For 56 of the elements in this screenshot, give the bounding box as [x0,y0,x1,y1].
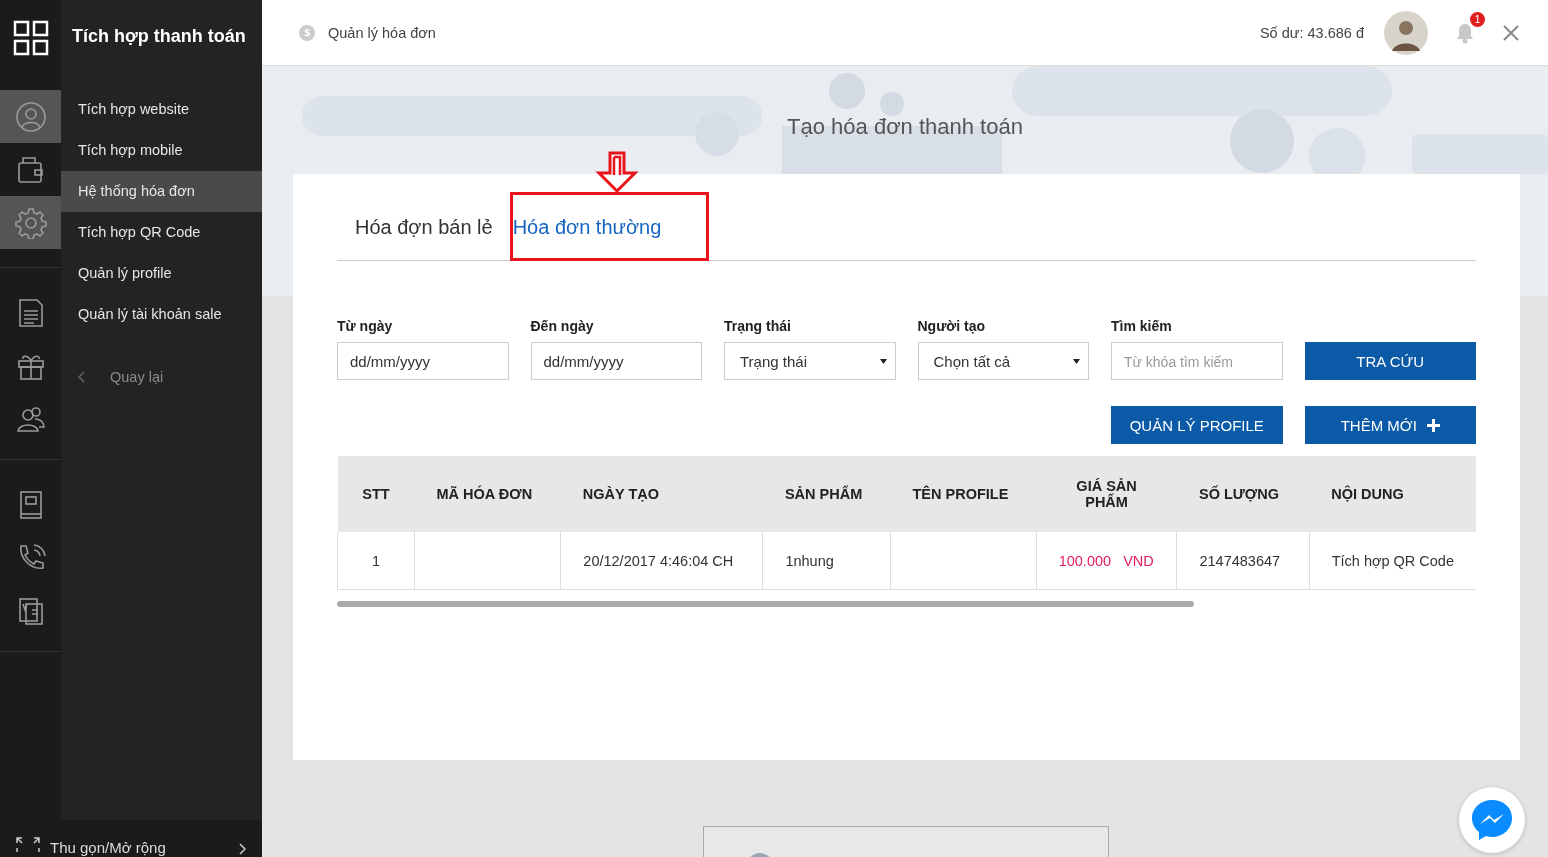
gear-icon[interactable] [0,196,61,249]
field-label: Từ ngày [337,318,394,334]
back-link[interactable]: Quay lại [110,369,164,385]
tab[interactable]: Hóa đơn thường [504,205,670,249]
column-header: GIÁ SẢN PHẨM [1036,456,1177,532]
field-label: Đến ngày [530,318,595,334]
expand-icon [16,837,40,853]
field-label: Người tạo [917,318,987,334]
table-cell: Tích hợp QR Code [1309,532,1476,590]
skype-icon [298,23,316,42]
add-button[interactable]: THÊM MỚI [1304,406,1476,444]
search-field[interactable]: Từ khóa tìm kiếm [1111,342,1283,380]
column-header: MÃ HÓA ĐƠN [414,456,561,532]
avatar[interactable] [1384,10,1428,55]
column-header: SỐ LƯỢNG [1177,456,1310,532]
column-header: STT [337,456,415,532]
dropdown[interactable]: Chọn tất cả [917,342,1089,380]
table-cell: 2147483647 [1177,532,1310,590]
messenger-icon [1469,797,1515,843]
messenger-button[interactable] [1459,787,1525,853]
menu-item[interactable]: Quản lý profile [61,253,262,294]
chevron-left-icon [78,371,86,383]
dropdown[interactable]: Trạng thái [724,342,896,380]
grid-icon[interactable] [12,20,49,56]
menu-item[interactable]: Tích hợp mobile [61,130,262,171]
column-header: TÊN PROFILE [890,456,1037,532]
table-cell: 1 [337,532,415,590]
table-cell: 1nhung [762,532,891,590]
breadcrumb: Quản lý hóa đơn [328,24,436,41]
menu-item[interactable]: Hệ thống hóa đơn [61,171,262,212]
menu-item[interactable]: Quản lý tài khoản sale [61,294,262,335]
search-button[interactable]: TRA CỨU [1304,342,1476,380]
page-title: Tạo hóa đơn thanh toán [787,114,1023,140]
tab[interactable]: Hóa đợn bán lẻ [347,205,501,249]
notification-badge: 1 [1470,11,1485,27]
caret-icon [879,358,887,364]
column-header: NGÀY TẠO [560,456,763,532]
plus-icon [1426,418,1440,432]
field-label: Tìm kiếm [1111,318,1173,334]
close-icon[interactable] [1502,23,1520,42]
user-icon[interactable] [0,90,61,143]
app-title: Tích hợp thanh toán [71,25,247,48]
caret-icon [1073,358,1080,364]
menu-item[interactable]: Tích hợp website [61,89,262,130]
column-header: NỘI DUNG [1309,456,1476,532]
field-label: Trạng thái [724,318,792,334]
column-header: SẢN PHẨM [762,456,891,532]
chevron-icon [238,843,246,855]
balance-text: Số dư: 43.686 đ [1259,24,1364,41]
date-field[interactable]: dd/mm/yyyy [337,342,509,380]
table-cell: 20/12/2017 4:46:04 CH [560,532,763,590]
scrollbar-thumb[interactable] [337,601,1194,607]
menu-item[interactable]: Tích hợp QR Code [61,212,262,253]
date-field[interactable]: dd/mm/yyyy [530,342,702,380]
table-cell: 100.000 VND [1036,532,1177,590]
manage-profile-button[interactable]: QUẢN LÝ PROFILE [1111,406,1283,444]
